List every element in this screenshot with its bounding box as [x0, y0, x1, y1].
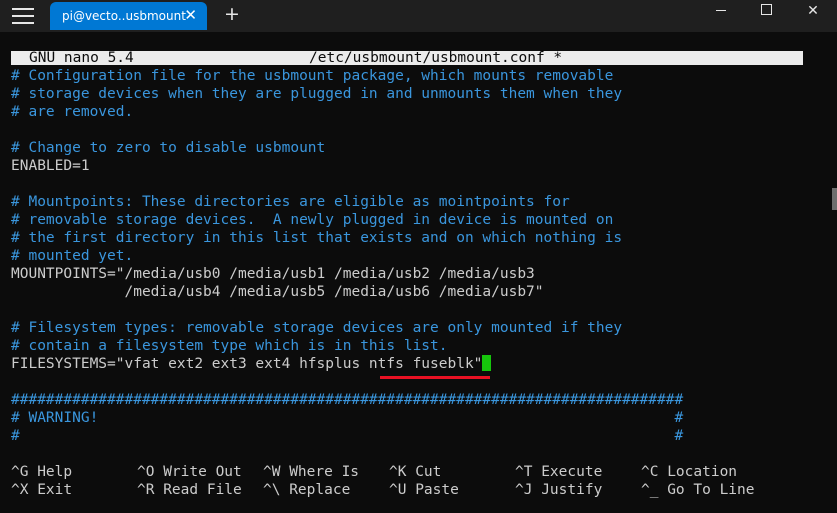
maximize-button[interactable] — [744, 0, 790, 32]
shortcut-item[interactable]: ^G Help — [11, 463, 72, 481]
tab-close-icon[interactable]: ✕ — [184, 6, 197, 24]
editor-line: # Change to zero to disable usbmount — [11, 139, 325, 157]
shortcut-key: ^\ — [263, 482, 281, 498]
editor-line-text: # removable storage devices. A newly plu… — [11, 212, 614, 228]
shortcut-item[interactable]: ^K Cut — [389, 463, 441, 481]
shortcut-key: ^W — [263, 464, 281, 480]
shortcut-key: ^U — [389, 482, 407, 498]
editor-line: # storage devices when they are plugged … — [11, 85, 622, 103]
shortcut-label: Cut — [415, 464, 442, 480]
shortcut-key: ^O — [137, 464, 155, 480]
maximize-icon — [761, 4, 772, 15]
editor-line: /media/usb4 /media/usb5 /media/usb6 /med… — [11, 283, 544, 301]
shortcut-key: ^_ — [641, 482, 659, 498]
tab-title: pi@vecto..usbmount — [62, 9, 186, 23]
shortcut-item[interactable]: ^X Exit — [11, 481, 72, 499]
editor-line-text: # WARNING! # — [11, 410, 684, 426]
shortcut-label: Location — [667, 464, 738, 480]
shortcut-key: ^J — [515, 482, 533, 498]
editor-line-text: ENABLED=1 — [11, 158, 90, 174]
menu-icon[interactable] — [12, 8, 34, 24]
shortcut-key: ^C — [641, 464, 659, 480]
nano-version: GNU nano 5.4 — [29, 50, 134, 66]
editor-line-text: # storage devices when they are plugged … — [11, 86, 623, 102]
editor-line: FILESYSTEMS="vfat ext2 ext3 ext4 hfsplus… — [11, 355, 492, 373]
shortcut-item[interactable]: ^T Execute — [515, 463, 602, 481]
shortcut-label: Execute — [541, 464, 603, 480]
editor-line: # Mountpoints: These directories are eli… — [11, 193, 570, 211]
scrollbar-thumb[interactable] — [832, 188, 837, 210]
shortcut-item[interactable]: ^R Read File — [137, 481, 242, 499]
editor-line-text: # Filesystem types: removable storage de… — [11, 320, 623, 336]
shortcut-label: Go To Line — [667, 482, 755, 498]
terminal-tab[interactable]: pi@vecto..usbmount ✕ — [50, 2, 207, 30]
shortcut-item[interactable]: ^C Location — [641, 463, 737, 481]
shortcut-key: ^X — [11, 482, 29, 498]
minimize-icon — [716, 10, 726, 11]
minimize-button[interactable] — [698, 0, 744, 32]
shortcut-label: Justify — [541, 482, 603, 498]
editor-line-text: MOUNTPOINTS="/media/usb0 /media/usb1 /me… — [11, 266, 535, 282]
editor-line-text: # Configuration file for the usbmount pa… — [11, 68, 614, 84]
title-bar: pi@vecto..usbmount ✕ + ✕ — [0, 0, 837, 32]
shortcut-label: Read File — [163, 482, 242, 498]
close-window-button[interactable]: ✕ — [790, 0, 836, 32]
editor-line: ########################################… — [11, 391, 683, 409]
shortcut-label: Write Out — [163, 464, 242, 480]
shortcut-label: Help — [37, 464, 73, 480]
shortcut-item[interactable]: ^O Write Out — [137, 463, 242, 481]
shortcut-item[interactable]: ^W Where Is — [263, 463, 359, 481]
terminal-area[interactable]: GNU nano 5.4/etc/usbmount/usbmount.conf … — [0, 32, 837, 513]
editor-line-text: # Change to zero to disable usbmount — [11, 140, 326, 156]
editor-line: # removable storage devices. A newly plu… — [11, 211, 613, 229]
shortcut-item[interactable]: ^\ Replace — [263, 481, 350, 499]
text-cursor — [482, 355, 492, 371]
editor-line: # are removed. — [11, 103, 133, 121]
editor-line: # mounted yet. — [11, 247, 133, 265]
annotation-underline — [380, 376, 490, 379]
editor-line: # # — [11, 427, 683, 445]
editor-line-text: # # — [11, 428, 684, 444]
shortcut-key: ^T — [515, 464, 533, 480]
editor-line: MOUNTPOINTS="/media/usb0 /media/usb1 /me… — [11, 265, 535, 283]
shortcut-label: Replace — [289, 482, 351, 498]
editor-line-text: ########################################… — [11, 392, 684, 408]
editor-line-text: # are removed. — [11, 104, 134, 120]
editor-line: # WARNING! # — [11, 409, 683, 427]
editor-line-text: # contain a filesystem type which is in … — [11, 338, 448, 354]
close-icon: ✕ — [807, 3, 819, 19]
shortcut-key: ^K — [389, 464, 407, 480]
editor-line: # contain a filesystem type which is in … — [11, 337, 448, 355]
shortcut-label: Where Is — [289, 464, 360, 480]
editor-line-text: FILESYSTEMS="vfat ext2 ext3 ext4 hfsplus… — [11, 356, 483, 372]
editor-line-text: # the first directory in this list that … — [11, 230, 623, 246]
editor-line-text: /media/usb4 /media/usb5 /media/usb6 /med… — [11, 284, 544, 300]
shortcut-item[interactable]: ^U Paste — [389, 481, 459, 499]
editor-line: # Filesystem types: removable storage de… — [11, 319, 622, 337]
shortcut-label: Paste — [415, 482, 459, 498]
editor-line: # Configuration file for the usbmount pa… — [11, 67, 613, 85]
new-tab-button[interactable]: + — [224, 3, 240, 25]
editor-line: ENABLED=1 — [11, 157, 90, 175]
editor-line-text: # mounted yet. — [11, 248, 134, 264]
editor-line-text: # Mountpoints: These directories are eli… — [11, 194, 570, 210]
shortcut-item[interactable]: ^_ Go To Line — [641, 481, 755, 499]
shortcut-key: ^G — [11, 464, 29, 480]
shortcut-label: Exit — [37, 482, 73, 498]
editor-line: # the first directory in this list that … — [11, 229, 622, 247]
shortcut-item[interactable]: ^J Justify — [515, 481, 602, 499]
nano-filename: /etc/usbmount/usbmount.conf * — [309, 50, 563, 66]
shortcut-key: ^R — [137, 482, 155, 498]
